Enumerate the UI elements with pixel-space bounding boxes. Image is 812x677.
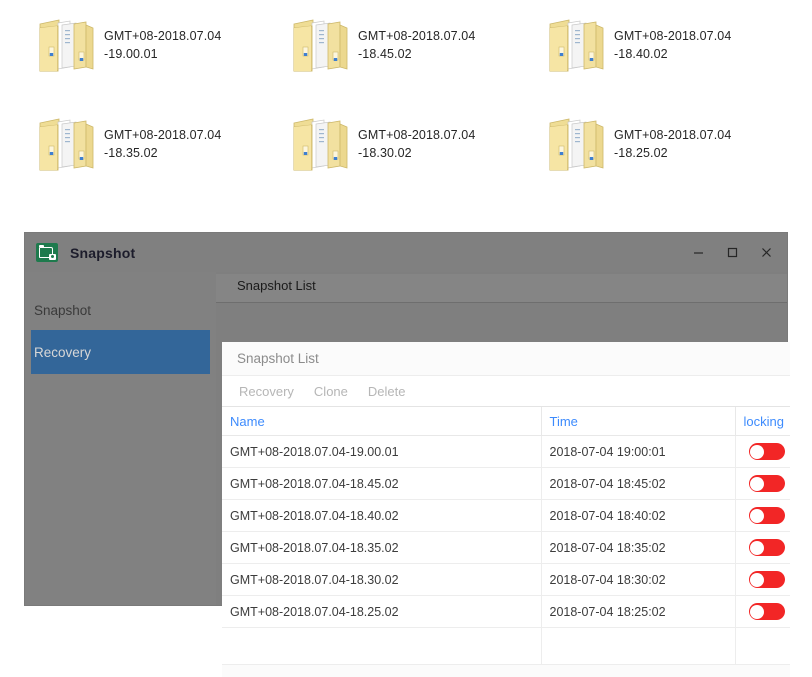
folder-icon: [546, 113, 608, 175]
locking-toggle[interactable]: [748, 507, 785, 524]
folder-icon: [290, 113, 352, 175]
delete-button[interactable]: Delete: [361, 382, 413, 401]
cell-empty: [222, 627, 542, 665]
cell-locking: [735, 499, 790, 532]
table-row[interactable]: GMT+08-2018.07.04-18.30.02 2018-07-04 18:…: [222, 563, 790, 596]
snapshot-list-panel: Snapshot List Recovery Clone Delete Name: [222, 342, 790, 677]
locking-toggle[interactable]: [748, 571, 785, 588]
cell-name: GMT+08-2018.07.04-19.00.01: [222, 435, 542, 468]
cell-time: 2018-07-04 18:40:02: [541, 499, 736, 532]
cell-locking: [735, 531, 790, 564]
snapshot-window: Snapshot Snapshot Recovery Snapshot List…: [25, 233, 790, 677]
folder-label: GMT+08-2018.07.04 -18.45.02: [358, 29, 476, 61]
snapshot-table-body: GMT+08-2018.07.04-19.00.01 2018-07-04 19:…: [222, 435, 790, 665]
desktop-folder-item[interactable]: GMT+08-2018.07.04 -18.25.02: [546, 113, 731, 175]
folder-icon: [36, 14, 98, 76]
cell-time: 2018-07-04 19:00:01: [541, 435, 736, 468]
cell-locking: [735, 595, 790, 628]
sidebar-item-label: Recovery: [34, 344, 92, 360]
folder-label: GMT+08-2018.07.04 -18.40.02: [614, 29, 732, 61]
table-row[interactable]: GMT+08-2018.07.04-19.00.01 2018-07-04 19:…: [222, 435, 790, 468]
table-row[interactable]: GMT+08-2018.07.04-18.35.02 2018-07-04 18:…: [222, 531, 790, 564]
locking-toggle[interactable]: [748, 475, 785, 492]
folder-icon: [546, 14, 608, 76]
desktop-folder-item[interactable]: GMT+08-2018.07.04 -19.00.01: [36, 14, 221, 76]
table-row[interactable]: GMT+08-2018.07.04-18.40.02 2018-07-04 18:…: [222, 499, 790, 532]
cell-empty: [541, 627, 736, 665]
cell-name: GMT+08-2018.07.04-18.35.02: [222, 531, 542, 564]
sidebar: Snapshot Recovery: [25, 272, 216, 605]
folder-icon: [36, 113, 98, 175]
sidebar-item-label: Snapshot: [34, 302, 92, 318]
snapshot-table-wrap: Name Time locking GMT+08-2018.07.04-19.0…: [222, 406, 790, 665]
desktop-folder-item[interactable]: GMT+08-2018.07.04 -18.40.02: [546, 14, 731, 76]
snapshot-app-icon: [36, 243, 58, 262]
content-area: Snapshot List Snapshot List Recovery Clo…: [216, 272, 790, 677]
sidebar-item-recovery[interactable]: Recovery: [31, 330, 210, 374]
table-row[interactable]: GMT+08-2018.07.04-18.25.02 2018-07-04 18:…: [222, 595, 790, 628]
desktop-folder-item[interactable]: GMT+08-2018.07.04 -18.30.02: [290, 113, 475, 175]
cell-time: 2018-07-04 18:30:02: [541, 563, 736, 596]
panel-toolbar: Recovery Clone Delete: [222, 375, 790, 406]
window-titlebar: Snapshot: [25, 233, 787, 272]
table-empty-row: [222, 627, 790, 665]
cell-time: 2018-07-04 18:25:02: [541, 595, 736, 628]
folder-icon: [290, 14, 352, 76]
cell-name: GMT+08-2018.07.04-18.30.02: [222, 563, 542, 596]
locking-toggle[interactable]: [748, 603, 785, 620]
desktop-folder-item[interactable]: GMT+08-2018.07.04 -18.45.02: [290, 14, 475, 76]
cell-locking: [735, 563, 790, 596]
maximize-icon[interactable]: [715, 239, 749, 267]
locking-toggle[interactable]: [748, 443, 785, 460]
cell-name: GMT+08-2018.07.04-18.40.02: [222, 499, 542, 532]
cell-name: GMT+08-2018.07.04-18.45.02: [222, 467, 542, 500]
folder-label: GMT+08-2018.07.04 -18.25.02: [614, 128, 732, 160]
sidebar-item-snapshot[interactable]: Snapshot: [25, 290, 216, 330]
minimize-icon[interactable]: [681, 239, 715, 267]
window-title: Snapshot: [70, 244, 136, 261]
cell-time: 2018-07-04 18:35:02: [541, 531, 736, 564]
table-row[interactable]: GMT+08-2018.07.04-18.45.02 2018-07-04 18:…: [222, 467, 790, 500]
panel-header: Snapshot List: [222, 342, 790, 375]
recovery-button[interactable]: Recovery: [232, 382, 301, 401]
folder-label: GMT+08-2018.07.04 -18.30.02: [358, 128, 476, 160]
close-icon[interactable]: [749, 239, 783, 267]
column-header-locking[interactable]: locking: [735, 407, 790, 436]
cell-locking: [735, 467, 790, 500]
column-header-name[interactable]: Name: [222, 407, 542, 436]
clone-button[interactable]: Clone: [307, 382, 355, 401]
desktop-background: GMT+08-2018.07.04 -19.00.01 GMT+08-2018.…: [0, 0, 812, 233]
cell-empty: [735, 627, 790, 665]
cell-name: GMT+08-2018.07.04-18.25.02: [222, 595, 542, 628]
tab-snapshot-list[interactable]: Snapshot List: [237, 278, 316, 293]
folder-label: GMT+08-2018.07.04 -19.00.01: [104, 29, 222, 61]
column-header-time[interactable]: Time: [541, 407, 736, 436]
table-header-row: Name Time locking: [222, 407, 790, 436]
window-body: Snapshot Recovery Snapshot List Snapshot…: [25, 272, 790, 677]
window-controls: [681, 233, 783, 272]
cell-locking: [735, 435, 790, 468]
cell-time: 2018-07-04 18:45:02: [541, 467, 736, 500]
desktop-folder-item[interactable]: GMT+08-2018.07.04 -18.35.02: [36, 113, 221, 175]
folder-label: GMT+08-2018.07.04 -18.35.02: [104, 128, 222, 160]
locking-toggle[interactable]: [748, 539, 785, 556]
tab-strip: Snapshot List: [216, 274, 787, 303]
snapshot-table: Name Time locking GMT+08-2018.07.04-19.0…: [222, 407, 790, 665]
